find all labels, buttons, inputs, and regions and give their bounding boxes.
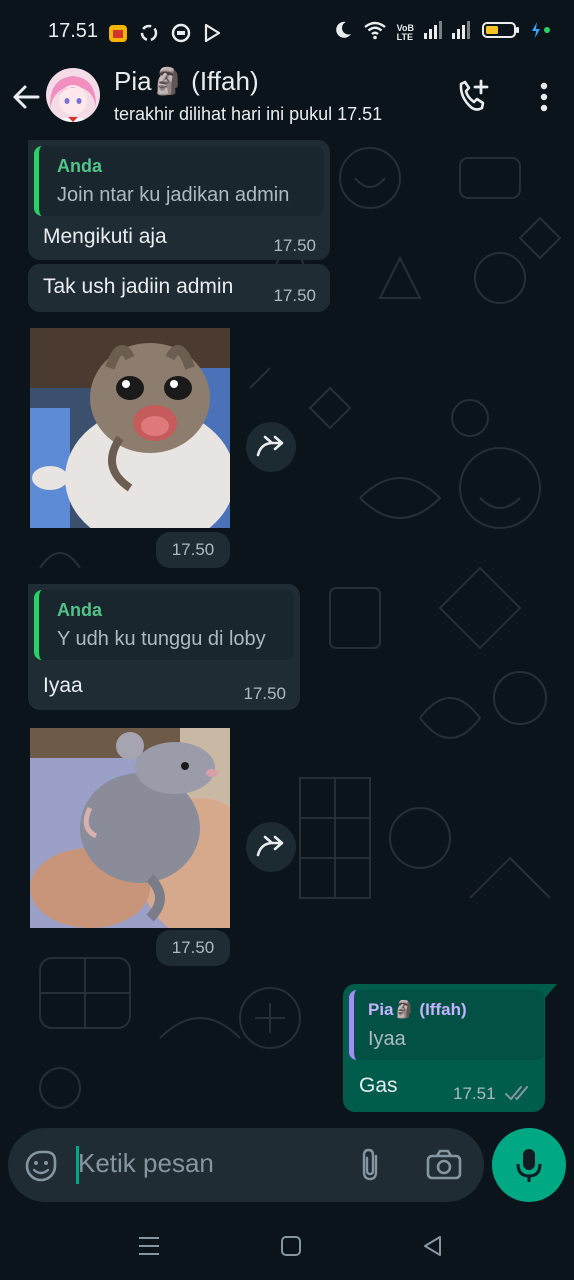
status-time: 17.51	[48, 20, 99, 42]
app-badge-icon	[108, 23, 128, 48]
message-text: Tak ush jadiin admin	[43, 275, 234, 298]
signal-icon	[424, 21, 472, 44]
mic-icon	[516, 1149, 542, 1182]
wifi-icon	[363, 20, 387, 45]
system-nav-bar	[0, 1216, 574, 1280]
quote-author: Anda	[57, 156, 102, 176]
message-bubble-outgoing[interactable]: Pia🗿 (Iffah) Iyaa Gas 17.51	[343, 984, 545, 1112]
moon-icon	[333, 20, 353, 45]
charging-icon	[530, 21, 552, 44]
bubble-tail	[545, 984, 557, 998]
sync-icon	[138, 22, 160, 49]
forward-button[interactable]	[246, 422, 296, 472]
forward-button[interactable]	[246, 822, 296, 872]
battery-icon	[482, 21, 520, 44]
quoted-message[interactable]: Anda Join ntar ku jadikan admin	[34, 146, 324, 216]
back-triangle-icon[interactable]	[420, 1234, 444, 1263]
message-time: 17.50	[273, 236, 316, 255]
message-icon	[170, 22, 192, 49]
message-time: 17.50	[273, 286, 316, 305]
volte-label: VoB LTE	[396, 22, 414, 42]
sticker-icon[interactable]	[24, 1149, 58, 1183]
contact-name[interactable]: Pia🗿 (Iffah)	[114, 66, 259, 97]
attach-icon[interactable]	[354, 1148, 388, 1182]
message-time: 17.51	[453, 1084, 496, 1103]
status-app-icons	[108, 22, 222, 49]
chat-area[interactable]: Anda Join ntar ku jadikan admin Mengikut…	[0, 138, 574, 1116]
quote-author: Anda	[57, 600, 102, 620]
sticker-time: 17.50	[156, 930, 230, 966]
message-input-box[interactable]: Ketik pesan	[8, 1128, 484, 1202]
more-vertical-icon[interactable]	[538, 80, 550, 114]
back-arrow-icon[interactable]	[10, 80, 44, 114]
quote-text: Join ntar ku jadikan admin	[57, 184, 290, 206]
read-receipt-icon	[505, 1084, 533, 1107]
camera-icon[interactable]	[426, 1148, 462, 1182]
sticker-time: 17.50	[156, 532, 230, 568]
avatar[interactable]	[46, 68, 100, 122]
add-call-icon[interactable]	[456, 78, 492, 114]
chat-header: Pia🗿 (Iffah) terakhir dilihat hari ini p…	[0, 62, 574, 138]
cat-sticker[interactable]	[30, 328, 230, 528]
menu-icon[interactable]	[137, 1234, 161, 1263]
message-text: Mengikuti aja	[43, 225, 167, 248]
message-bubble-incoming[interactable]: Tak ush jadiin admin 17.50	[28, 264, 330, 312]
forward-icon	[256, 435, 284, 457]
message-text: Iyaa	[43, 674, 83, 697]
quoted-message[interactable]: Anda Y udh ku tunggu di loby	[34, 590, 294, 660]
rat-sticker[interactable]	[30, 728, 230, 928]
last-seen-status: terakhir dilihat hari ini pukul 17.51	[114, 104, 383, 124]
message-bubble-incoming[interactable]: Anda Y udh ku tunggu di loby Iyaa 17.50	[28, 584, 300, 710]
message-text: Gas	[359, 1074, 398, 1097]
message-input[interactable]: Ketik pesan	[78, 1148, 214, 1179]
input-bar: Ketik pesan	[0, 1116, 574, 1216]
quoted-message[interactable]: Pia🗿 (Iffah) Iyaa	[349, 990, 544, 1060]
quote-author: Pia🗿 (Iffah)	[368, 1000, 467, 1019]
home-square-icon[interactable]	[279, 1234, 303, 1263]
quote-text: Iyaa	[368, 1028, 406, 1050]
play-store-icon	[202, 23, 222, 48]
voice-record-button[interactable]	[492, 1128, 566, 1202]
status-bar: 17.51 VoB LTE	[0, 0, 574, 62]
message-time: 17.50	[243, 684, 286, 703]
quote-text: Y udh ku tunggu di loby	[57, 628, 266, 650]
status-right-icons: VoB LTE	[333, 20, 552, 45]
forward-icon	[256, 835, 284, 857]
message-bubble-incoming[interactable]: Anda Join ntar ku jadikan admin Mengikut…	[28, 140, 330, 260]
